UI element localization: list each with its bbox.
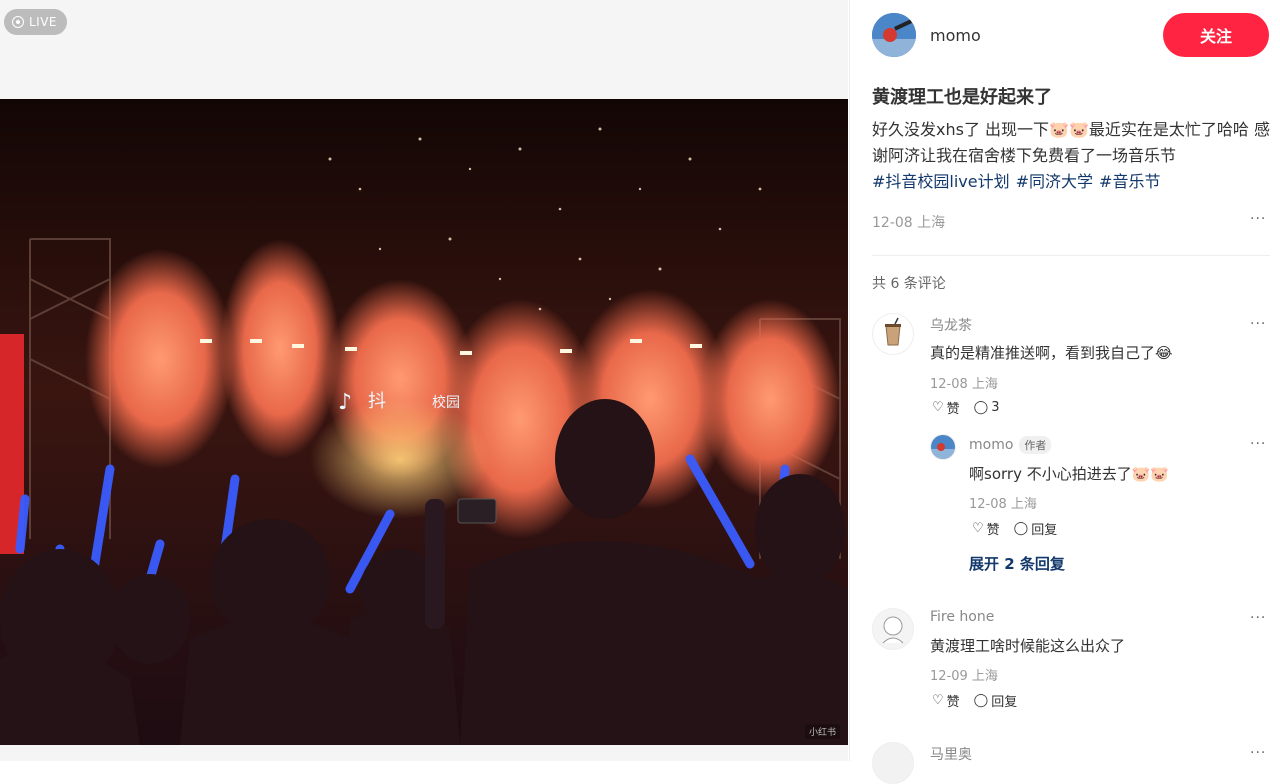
post-detail-panel: momo 关注 黄渡理工也是好起来了 好久没发xhs了 出现一下🐷🐷最近实在是太… xyxy=(849,0,1280,784)
reply-count: 3 xyxy=(991,400,1000,415)
live-icon xyxy=(12,16,24,28)
comment-bubble-icon: ◯ xyxy=(973,693,989,708)
comment-more-icon[interactable]: ··· xyxy=(1250,610,1266,626)
reply-avatar-image xyxy=(931,435,955,459)
reply-label: 回复 xyxy=(1031,523,1058,538)
author-name[interactable]: momo xyxy=(930,26,981,45)
reply-text: 啊sorry 不小心拍进去了🐷🐷 xyxy=(969,465,1170,483)
sign-text-2: 校园 xyxy=(432,394,460,411)
comment-avatar[interactable] xyxy=(872,742,914,784)
follow-button[interactable]: 关注 xyxy=(1163,13,1269,57)
svg-text:♪: ♪ xyxy=(338,390,352,415)
reply-date: 12-08 上海 xyxy=(969,497,1037,512)
reply-author-name[interactable]: momo xyxy=(969,437,1013,453)
post-tag[interactable]: #抖音校园live计划 xyxy=(872,172,1010,191)
like-button[interactable]: ♡ 赞 xyxy=(932,691,960,710)
comments-count: 共 6 条评论 xyxy=(872,276,946,292)
author-avatar[interactable] xyxy=(872,13,916,57)
comment-author[interactable]: 马里奥 xyxy=(930,744,972,764)
avatar-image xyxy=(872,13,916,57)
heart-icon: ♡ xyxy=(972,521,984,536)
reply-label: 回复 xyxy=(991,695,1018,710)
like-button[interactable]: ♡ 赞 xyxy=(972,519,1000,538)
comment-date: 12-08 上海 xyxy=(930,377,998,392)
comment-text: 真的是精准推送啊，看到我自己了😂 xyxy=(930,344,1173,362)
comment-date: 12-09 上海 xyxy=(930,669,998,684)
post-tag[interactable]: #音乐节 xyxy=(1099,172,1160,191)
like-label: 赞 xyxy=(946,402,960,417)
tea-avatar-image xyxy=(873,314,913,354)
expand-replies-link[interactable]: 展开 2 条回复 xyxy=(969,553,1065,574)
reply-more-icon[interactable]: ··· xyxy=(1250,436,1266,452)
like-button[interactable]: ♡ 赞 xyxy=(932,398,960,417)
comment-more-icon[interactable]: ··· xyxy=(1250,745,1266,761)
reply-button[interactable]: ◯ 回复 xyxy=(974,691,1018,710)
comment-author[interactable]: 乌龙茶 xyxy=(930,315,972,335)
author-tag: 作者 xyxy=(1019,436,1052,454)
comment-bubble-icon: ◯ xyxy=(973,400,989,415)
like-label: 赞 xyxy=(986,523,1000,538)
heart-icon: ♡ xyxy=(932,400,944,415)
post-title: 黄渡理工也是好起来了 xyxy=(872,87,1052,108)
heart-icon: ♡ xyxy=(932,693,944,708)
author-row: momo 关注 xyxy=(872,13,1270,58)
like-label: 赞 xyxy=(946,695,960,710)
sign-text-1: 抖 xyxy=(368,391,386,412)
concert-scene: ♪ 抖 校园 xyxy=(0,99,848,745)
post-photo[interactable]: ♪ 抖 校园 小红书 xyxy=(0,99,848,745)
reply-actions: ♡ 赞 ◯ 回复 xyxy=(972,519,1057,538)
post-more-icon[interactable]: ··· xyxy=(1250,211,1266,227)
comment-avatar[interactable] xyxy=(872,608,914,650)
reply-button[interactable]: ◯ 回复 xyxy=(1014,519,1058,538)
post-meta: 12-08 上海 xyxy=(872,215,946,231)
comment-bubble-icon: ◯ xyxy=(1013,521,1029,536)
post-body: 好久没发xhs了 出现一下🐷🐷最近实在是太忙了哈哈 感谢阿济让我在宿舍楼下免费看… xyxy=(872,120,1270,165)
sketch-avatar-image xyxy=(873,609,913,649)
media-viewer: LIVE ♪ 抖 校园 小红书 xyxy=(0,0,848,761)
comment-actions: ♡ 赞 ◯ 3 xyxy=(932,398,1000,417)
reply-button[interactable]: ◯ 3 xyxy=(974,400,1000,415)
live-label: LIVE xyxy=(29,15,58,29)
comment-more-icon[interactable]: ··· xyxy=(1250,316,1266,332)
post-description: 好久没发xhs了 出现一下🐷🐷最近实在是太忙了哈哈 感谢阿济让我在宿舍楼下免费看… xyxy=(872,117,1270,195)
comment-actions: ♡ 赞 ◯ 回复 xyxy=(932,691,1017,710)
live-badge[interactable]: LIVE xyxy=(4,9,68,35)
reply-author[interactable]: momo 作者 xyxy=(969,436,1052,454)
watermark: 小红书 xyxy=(804,724,840,739)
comment-author[interactable]: Fire hone xyxy=(930,609,994,625)
comment-avatar[interactable] xyxy=(872,313,914,355)
post-tag[interactable]: #同济大学 xyxy=(1016,172,1093,191)
divider xyxy=(872,255,1270,256)
comment-text: 黄渡理工啥时候能这么出众了 xyxy=(930,637,1126,655)
reply-avatar[interactable] xyxy=(930,434,956,460)
